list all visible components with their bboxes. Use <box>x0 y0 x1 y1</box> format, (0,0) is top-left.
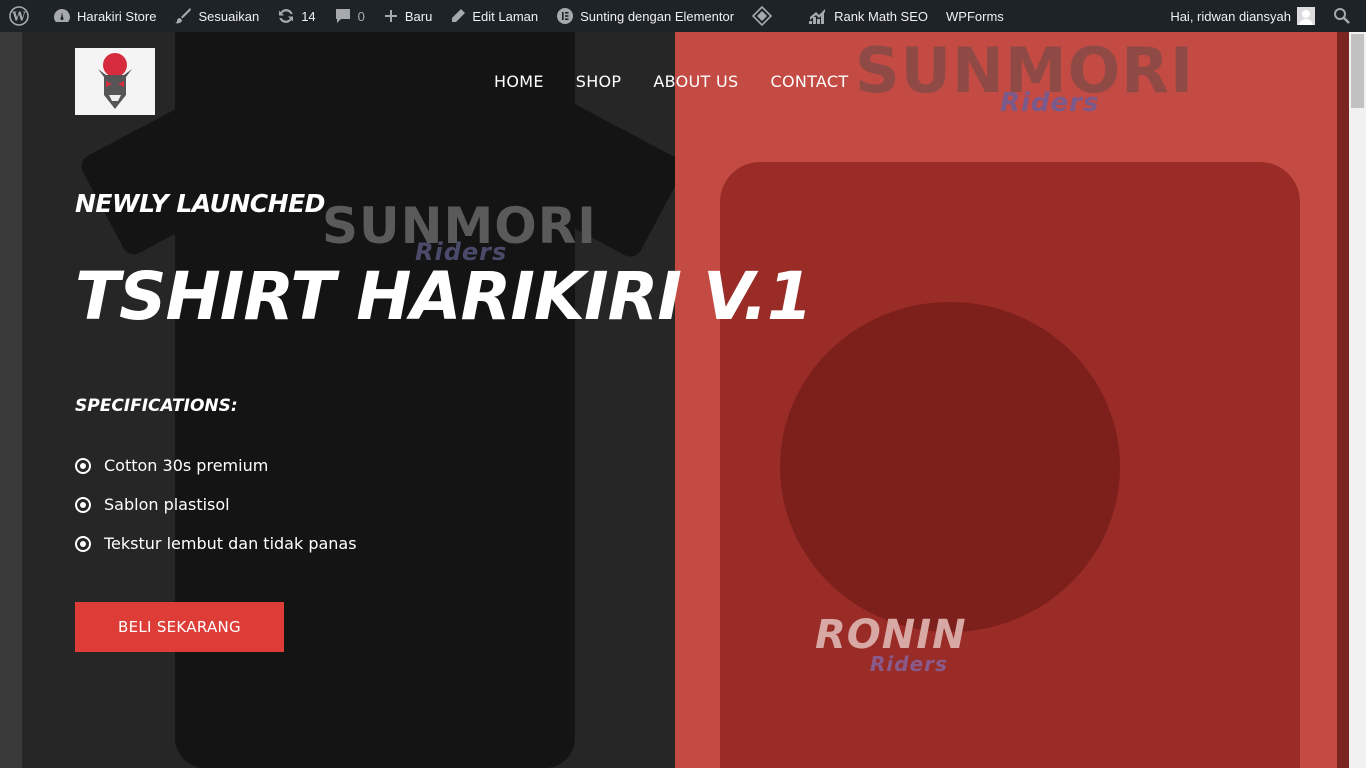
plus-icon <box>384 10 397 22</box>
spec-text: Tekstur lembut dan tidak panas <box>104 534 357 553</box>
back-print-sub: Riders <box>870 652 948 676</box>
diamond-plugin-link[interactable] <box>743 0 787 32</box>
tshirt-back-print-graphic <box>780 302 1120 632</box>
my-account-link[interactable]: Hai, ridwan diansyah <box>1161 0 1324 32</box>
hero-section: SUNMORI Riders SUNMORI Riders RONIN Ride… <box>0 32 1349 768</box>
customize-link[interactable]: Sesuaikan <box>165 0 268 32</box>
spec-text: Sablon plastisol <box>104 495 230 514</box>
wpforms-label: WPForms <box>946 8 1004 24</box>
site-logo[interactable] <box>75 48 155 115</box>
updates-count: 14 <box>301 8 316 24</box>
nav-shop[interactable]: SHOP <box>576 72 622 91</box>
wpforms-link[interactable]: WPForms <box>937 0 1013 32</box>
list-item: Sablon plastisol <box>75 485 357 524</box>
list-item: Cotton 30s premium <box>75 446 357 485</box>
scrollbar-thumb[interactable] <box>1351 34 1364 108</box>
avatar <box>1297 7 1315 25</box>
nav-contact[interactable]: CONTACT <box>770 72 848 91</box>
comments-link[interactable]: 0 <box>325 0 374 32</box>
search-icon <box>1334 8 1350 24</box>
buy-now-button[interactable]: BELI SEKARANG <box>75 602 284 652</box>
spec-text: Cotton 30s premium <box>104 456 269 475</box>
edit-page-link[interactable]: Edit Laman <box>441 0 547 32</box>
hero-title: TSHIRT HARIKIRI V.1 <box>75 258 813 335</box>
brush-icon <box>175 8 192 24</box>
wordpress-logo-button[interactable]: W <box>0 0 44 32</box>
comment-icon <box>335 9 350 23</box>
specifications-heading: SPECIFICATIONS: <box>75 396 238 416</box>
site-name-label: Harakiri Store <box>77 8 157 24</box>
elementor-icon <box>557 8 574 24</box>
wordpress-icon: W <box>9 6 29 26</box>
comments-count: 0 <box>357 8 365 24</box>
nav-home[interactable]: HOME <box>494 72 544 91</box>
circle-dot-icon <box>75 496 91 513</box>
page-scrollbar[interactable] <box>1349 32 1366 768</box>
elementor-label: Sunting dengan Elementor <box>580 8 735 24</box>
site-name-link[interactable]: Harakiri Store <box>44 0 165 32</box>
svg-text:W: W <box>11 10 26 24</box>
backdrop-edge <box>0 32 22 768</box>
pencil-icon <box>452 9 466 22</box>
oni-mask-logo-icon <box>98 52 132 109</box>
wp-admin-bar: W Harakiri Store Sesuaikan 14 0 Baru Edi… <box>0 0 1366 32</box>
hero-right-panel: SUNMORI Riders RONIN Riders <box>675 32 1349 768</box>
diamond-icon <box>752 6 773 26</box>
backdrop-edge-right <box>1337 32 1349 768</box>
top-print-sub: Riders <box>1000 88 1100 118</box>
circle-dot-icon <box>75 457 91 474</box>
greeting-label: Hai, ridwan diansyah <box>1170 8 1291 24</box>
new-content-link[interactable]: Baru <box>374 0 441 32</box>
elementor-edit-link[interactable]: Sunting dengan Elementor <box>547 0 743 32</box>
hero-eyebrow: NEWLY LAUNCHED <box>75 189 325 218</box>
admin-search-button[interactable] <box>1324 0 1366 32</box>
updates-link[interactable]: 14 <box>268 0 324 32</box>
rank-math-icon <box>809 9 826 24</box>
rank-math-link[interactable]: Rank Math SEO <box>799 0 937 32</box>
rank-math-label: Rank Math SEO <box>834 8 929 24</box>
specifications-list: Cotton 30s premium Sablon plastisol Teks… <box>75 446 357 563</box>
dashboard-icon <box>54 9 70 22</box>
customize-label: Sesuaikan <box>198 8 260 24</box>
list-item: Tekstur lembut dan tidak panas <box>75 524 357 563</box>
updates-icon <box>279 9 294 23</box>
circle-dot-icon <box>75 535 91 552</box>
main-navigation: HOME SHOP ABOUT US CONTACT <box>494 72 848 91</box>
edit-page-label: Edit Laman <box>472 8 539 24</box>
new-label: Baru <box>404 8 433 24</box>
nav-about-us[interactable]: ABOUT US <box>653 72 738 91</box>
